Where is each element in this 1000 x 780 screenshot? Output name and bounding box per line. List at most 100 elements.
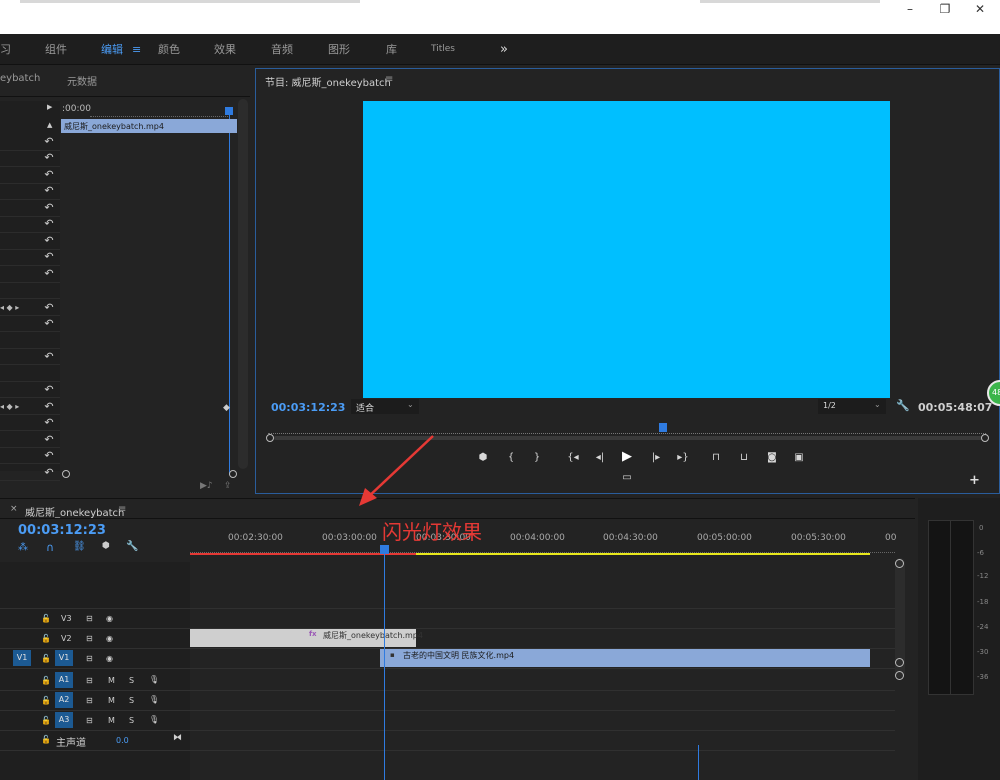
reset-icon[interactable]: ↶ <box>43 136 55 148</box>
reset-icon[interactable]: ↶ <box>43 384 55 396</box>
reset-icon[interactable]: ↶ <box>43 318 55 330</box>
reset-icon[interactable]: ↶ <box>43 467 55 479</box>
scroll-handle-bottom[interactable] <box>895 671 904 680</box>
master-volume-value[interactable]: 0.0 <box>116 736 129 745</box>
sync-lock-icon[interactable]: ⊟ <box>86 654 93 663</box>
timeline-playhead-handle[interactable] <box>380 545 389 554</box>
microphone-icon[interactable]: 🎙 <box>149 695 159 704</box>
close-button[interactable]: ✕ <box>963 0 997 18</box>
eye-icon[interactable]: ◉ <box>106 634 113 643</box>
reset-icon[interactable]: ↶ <box>43 202 55 214</box>
sync-lock-icon[interactable]: ⊟ <box>86 716 93 725</box>
eye-icon[interactable]: ◉ <box>106 654 113 663</box>
reset-icon[interactable]: ↶ <box>43 417 55 429</box>
track-label-v3[interactable]: V3 <box>61 614 72 623</box>
step-forward-icon[interactable]: |▸ <box>648 451 664 465</box>
keyframe-navigator-icon[interactable]: ◂ ◆ ▸ <box>0 303 19 312</box>
reset-icon[interactable]: ↶ <box>43 268 55 280</box>
zoom-handle-right[interactable] <box>229 470 237 478</box>
program-playhead[interactable] <box>659 423 667 432</box>
comparison-view-icon[interactable]: ▣ <box>791 451 807 465</box>
reset-icon[interactable]: ↶ <box>43 401 55 413</box>
lock-icon[interactable]: 🔓 <box>41 654 51 663</box>
track-label-a2[interactable]: A2 <box>55 692 73 708</box>
solo-button[interactable]: S <box>129 696 134 705</box>
mute-button[interactable]: M <box>108 696 115 705</box>
mute-button[interactable]: M <box>108 676 115 685</box>
mini-playhead-marker[interactable] <box>225 107 233 115</box>
microphone-icon[interactable]: 🎙 <box>149 715 159 724</box>
reset-icon[interactable]: ↶ <box>43 302 55 314</box>
scroll-handle-mid[interactable] <box>895 658 904 667</box>
program-zoom-handle-left[interactable] <box>266 434 274 442</box>
lock-icon[interactable]: 🔓 <box>41 696 51 705</box>
settings-wrench-icon[interactable]: 🔧 <box>896 399 910 412</box>
mark-in-icon[interactable]: { <box>503 451 519 465</box>
play-audio-icon[interactable]: ▶♪ <box>200 481 213 491</box>
lock-icon[interactable]: 🔓 <box>41 735 51 744</box>
workspace-tab-titles[interactable]: Titles <box>431 34 455 65</box>
go-to-out-icon[interactable]: ▸} <box>675 451 691 465</box>
program-zoom-handle-right[interactable] <box>981 434 989 442</box>
eye-icon[interactable]: ◉ <box>106 614 113 623</box>
source-scrollbar[interactable] <box>238 99 248 469</box>
workspace-menu-icon[interactable]: ≡ <box>132 34 141 65</box>
snap-magnet-icon[interactable]: ∩ <box>46 541 54 554</box>
reset-icon[interactable]: ↶ <box>43 251 55 263</box>
restore-button[interactable]: ❐ <box>928 0 962 18</box>
sequence-menu-icon[interactable]: ≡ <box>118 504 126 515</box>
button-editor-add-button[interactable]: + <box>969 473 980 488</box>
track-label-v1[interactable]: V1 <box>55 650 73 666</box>
expand-triangle-icon[interactable]: ▶ <box>47 103 52 111</box>
reset-icon[interactable]: ↶ <box>43 351 55 363</box>
reset-icon[interactable]: ↶ <box>43 185 55 197</box>
timeline-ruler[interactable] <box>190 546 895 553</box>
add-marker-icon[interactable]: ⬢ <box>102 541 110 551</box>
track-label-v2[interactable]: V2 <box>61 634 72 643</box>
resolution-dropdown[interactable]: 1/2 ⌄ <box>818 399 886 414</box>
export-frame-camera-icon[interactable]: ◙ <box>764 451 780 465</box>
reset-icon[interactable]: ↶ <box>43 169 55 181</box>
play-icon[interactable]: ▶ <box>619 450 635 464</box>
sync-lock-icon[interactable]: ⊟ <box>86 634 93 643</box>
reset-icon[interactable]: ↶ <box>43 218 55 230</box>
panel-menu-icon[interactable]: ≡ <box>385 74 393 85</box>
lock-icon[interactable]: 🔓 <box>41 634 51 643</box>
sequence-tab[interactable]: 威尼斯_onekeybatch <box>25 504 124 519</box>
mute-button[interactable]: M <box>108 716 115 725</box>
timeline-current-timecode[interactable]: 00:03:12:23 <box>18 523 106 538</box>
close-tab-icon[interactable]: × <box>10 504 18 514</box>
workspace-tab-learn[interactable]: 习 <box>0 34 11 65</box>
collapse-triangle-icon[interactable]: ▲ <box>47 121 52 129</box>
workspace-tab-libraries[interactable]: 库 <box>386 34 397 65</box>
workspace-tab-color[interactable]: 颜色 <box>158 34 180 65</box>
go-to-in-icon[interactable]: {◂ <box>565 451 581 465</box>
keyframe-navigator-icon[interactable]: ◂ ◆ ▸ <box>0 402 19 411</box>
workspace-tab-assembly[interactable]: 组件 <box>45 34 67 65</box>
reset-icon[interactable]: ↶ <box>43 434 55 446</box>
export-frame-icon[interactable]: ⇪ <box>224 481 232 491</box>
timeline-settings-wrench-icon[interactable]: 🔧 <box>126 541 138 552</box>
reset-icon[interactable]: ↶ <box>43 235 55 247</box>
microphone-icon[interactable]: 🎙 <box>149 675 159 684</box>
program-current-timecode[interactable]: 00:03:12:23 <box>271 401 345 414</box>
source-patch-v1[interactable]: V1 <box>13 650 31 666</box>
track-label-a1[interactable]: A1 <box>55 672 73 688</box>
lift-icon[interactable]: ⊓ <box>708 451 724 465</box>
reset-icon[interactable]: ↶ <box>43 152 55 164</box>
tab-metadata[interactable]: 元数据 <box>67 73 97 88</box>
reset-icon[interactable]: ↶ <box>43 450 55 462</box>
scroll-handle-top[interactable] <box>895 559 904 568</box>
sync-lock-icon[interactable]: ⊟ <box>86 696 93 705</box>
safe-margins-icon[interactable]: ▭ <box>619 471 635 485</box>
nest-sequence-icon[interactable]: ⁂ <box>18 542 28 553</box>
workspace-tab-editing[interactable]: 编辑 <box>101 34 123 65</box>
track-label-a3[interactable]: A3 <box>55 712 73 728</box>
workspace-tab-graphics[interactable]: 图形 <box>328 34 350 65</box>
go-to-end-icon[interactable]: ⧓ <box>173 733 182 743</box>
solo-button[interactable]: S <box>129 676 134 685</box>
add-marker-icon[interactable]: ⬢ <box>475 451 491 465</box>
lock-icon[interactable]: 🔓 <box>41 676 51 685</box>
more-workspaces-icon[interactable]: » <box>500 34 508 65</box>
sync-lock-icon[interactable]: ⊟ <box>86 676 93 685</box>
